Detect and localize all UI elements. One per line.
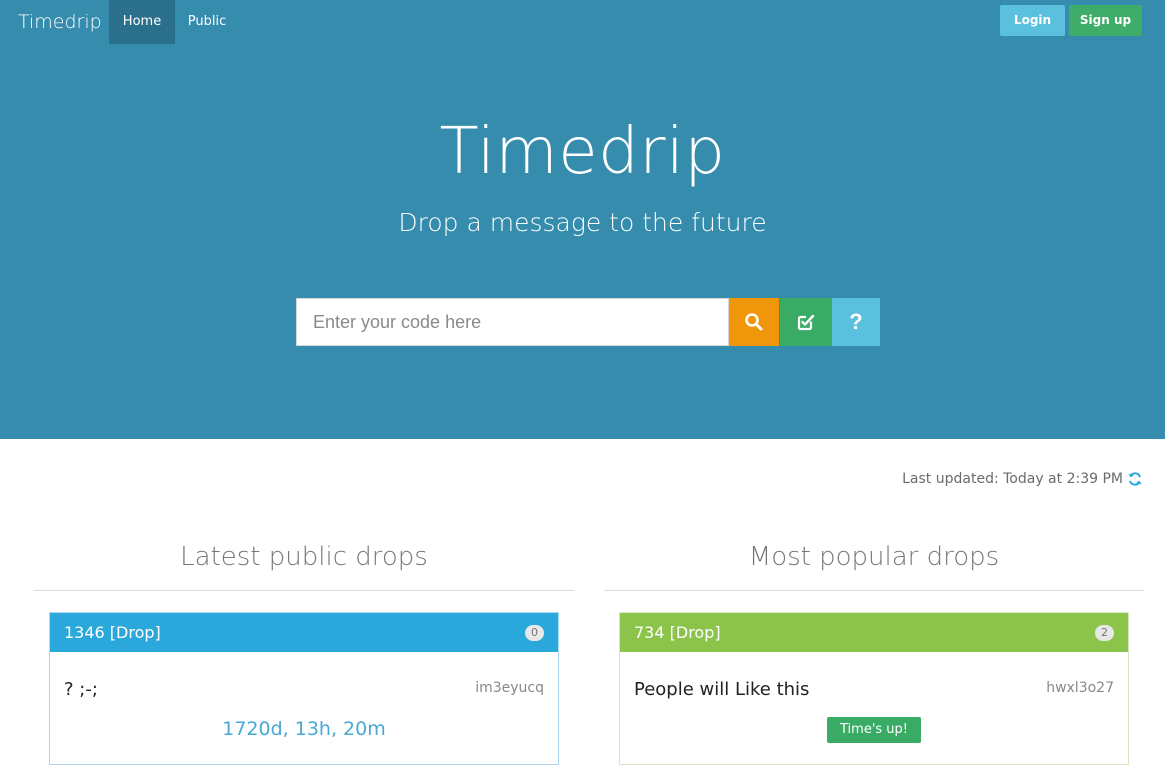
drop-card-header[interactable]: 734 [Drop] 2 [620, 613, 1128, 652]
last-updated-text: Last updated: Today at 2:39 PM [902, 471, 1123, 487]
drop-card-body: ? ;-; im3eyucq 1720d, 13h, 20m [50, 652, 558, 764]
nav-public-link[interactable]: Public [175, 0, 239, 44]
drop-countdown: 1720d, 13h, 20m [222, 718, 386, 740]
create-drop-button[interactable] [780, 298, 832, 346]
signup-button[interactable]: Sign up [1069, 5, 1142, 36]
nav-home-link[interactable]: Home [109, 0, 175, 44]
top-navbar: Timedrip Home Public Login Sign up [0, 0, 1165, 44]
drop-card-title: 1346 [Drop] [64, 623, 161, 642]
search-button[interactable] [729, 298, 779, 346]
login-button[interactable]: Login [1000, 5, 1065, 36]
drop-card-body: People will Like this hwxl3o27 Time's up… [620, 652, 1128, 764]
search-icon [745, 313, 763, 331]
edit-check-icon [797, 314, 815, 331]
brand-logo[interactable]: Timedrip [18, 9, 102, 35]
drop-message: People will Like this [634, 679, 810, 700]
code-input[interactable] [296, 298, 729, 346]
comment-count-badge: 2 [1095, 624, 1114, 641]
help-button[interactable]: ? [832, 298, 880, 346]
drop-card-title: 734 [Drop] [634, 623, 721, 642]
latest-drops-title: Latest public drops [180, 542, 428, 572]
refresh-icon[interactable] [1127, 471, 1143, 487]
drop-card[interactable]: 1346 [Drop] 0 ? ;-; im3eyucq 1720d, 13h,… [49, 612, 559, 765]
times-up-badge: Time's up! [827, 717, 921, 743]
hero-subtitle: Drop a message to the future [398, 208, 767, 237]
hero-banner: Timedrip Home Public Login Sign up Timed… [0, 0, 1165, 439]
drop-message: ? ;-; [64, 679, 98, 700]
drop-code: hwxl3o27 [1046, 680, 1114, 696]
divider [604, 590, 1144, 591]
divider [34, 590, 574, 591]
drop-code: im3eyucq [475, 680, 544, 696]
comment-count-badge: 0 [525, 624, 544, 641]
popular-drops-title: Most popular drops [748, 542, 1000, 572]
drop-card-header[interactable]: 1346 [Drop] 0 [50, 613, 558, 652]
drop-card[interactable]: 734 [Drop] 2 People will Like this hwxl3… [619, 612, 1129, 765]
hero-title: Timedrip [439, 115, 726, 189]
last-updated: Last updated: Today at 2:39 PM [902, 468, 1143, 490]
